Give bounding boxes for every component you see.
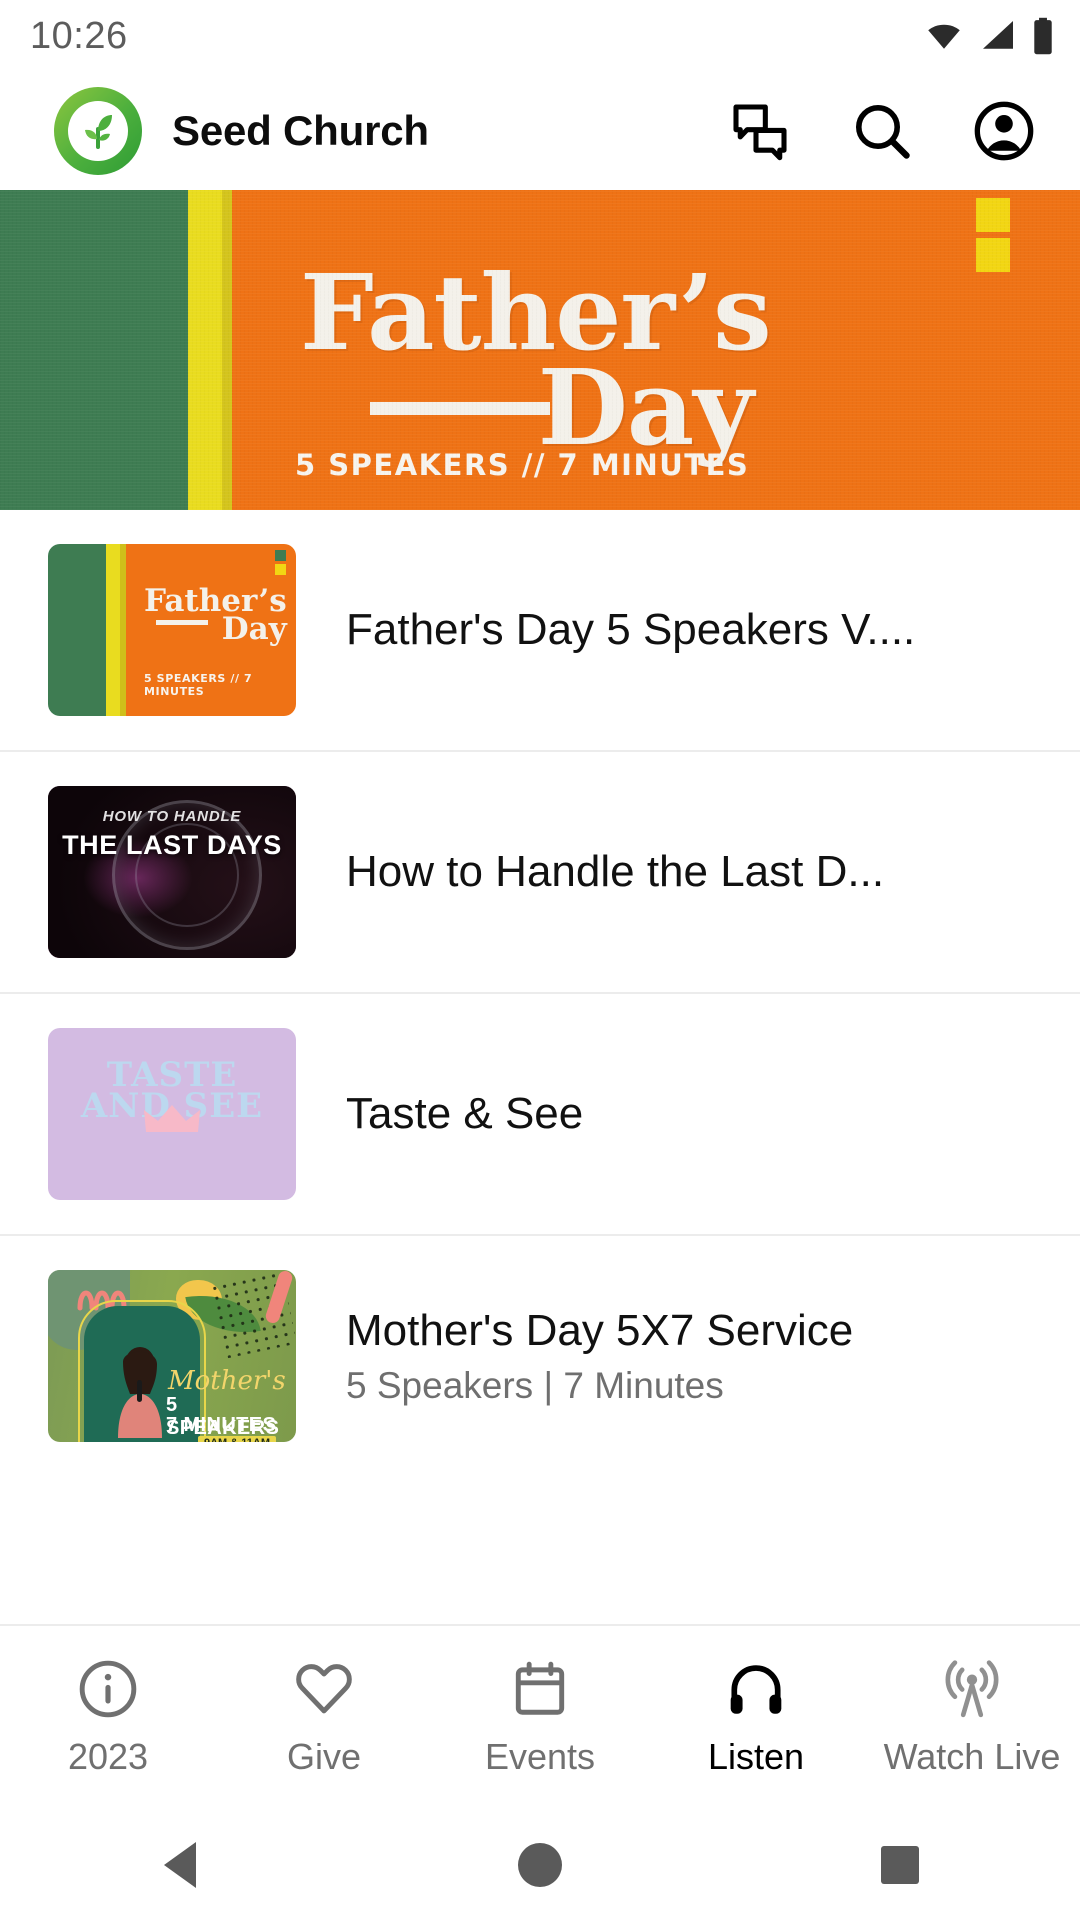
- tab-label: 2023: [67, 1736, 149, 1777]
- list-item-title: How to Handle the Last D...: [346, 847, 885, 897]
- thumb-green-panel: [48, 544, 106, 716]
- list-item-title: Taste & See: [346, 1089, 584, 1139]
- thumbnail-taste-see: TASTE AND SEE: [48, 1028, 296, 1200]
- broadcast-icon: [945, 1660, 999, 1718]
- chat-icon[interactable]: [728, 99, 792, 163]
- battery-icon: [1034, 17, 1052, 55]
- thumbnail-last-days: HOW TO HANDLE THE LAST DAYS: [48, 786, 296, 958]
- list-item-text: How to Handle the Last D...: [296, 846, 1052, 897]
- list-item[interactable]: Father’s Day 5 SPEAKERS // 7 MINUTES Fat…: [0, 510, 1080, 752]
- system-navigation-bar: [0, 1810, 1080, 1920]
- tab-events[interactable]: Events: [432, 1658, 648, 1778]
- thumb-title: Father’s Day: [144, 586, 287, 645]
- status-indicators: [924, 17, 1054, 55]
- list-item-text: Mother's Day 5X7 Service 5 Speakers | 7 …: [296, 1305, 1052, 1406]
- thumb-accent-yellow: [275, 564, 286, 575]
- list-item-title: Father's Day 5 Speakers V....: [346, 605, 916, 655]
- list-item[interactable]: HOW TO HANDLE THE LAST DAYS How to Handl…: [0, 752, 1080, 994]
- hero-accent-square-top: [976, 198, 1010, 232]
- tab-give[interactable]: Give: [216, 1658, 432, 1778]
- thumb-subtitle: 5 SPEAKERS // 7 MINUTES: [144, 672, 253, 698]
- wifi-icon: [928, 24, 960, 49]
- status-time: 10:26: [30, 14, 128, 57]
- tab-label: Listen: [707, 1736, 805, 1777]
- home-button[interactable]: [510, 1835, 570, 1895]
- back-button[interactable]: [150, 1835, 210, 1895]
- thumbnail-mothers-day: Mother's 5 SPEAKERS 7 MINUTES 9AM & 11AM: [48, 1270, 296, 1442]
- list-item-text: Taste & See: [296, 1088, 1052, 1139]
- list-item-title: Mother's Day 5X7 Service: [346, 1306, 854, 1356]
- hero-banner[interactable]: Father’s Day 5 SPEAKERS // 7 MINUTES: [0, 190, 1080, 510]
- thumb-kicker: HOW TO HANDLE: [102, 808, 242, 825]
- thumb-times: 9AM & 11AM: [198, 1436, 277, 1442]
- speaker-photo: [118, 1347, 162, 1438]
- thumb-minutes: 7 MINUTES: [166, 1414, 277, 1436]
- tab-label: Watch Live: [883, 1736, 1061, 1777]
- thumbnail-fathers-day: Father’s Day 5 SPEAKERS // 7 MINUTES: [48, 544, 296, 716]
- recents-button[interactable]: [870, 1835, 930, 1895]
- info-icon: [79, 1660, 137, 1718]
- account-icon[interactable]: [972, 99, 1036, 163]
- thumb-accent-green: [275, 550, 286, 561]
- thumb-title: Mother's: [168, 1366, 286, 1396]
- tab-label: Events: [484, 1736, 596, 1777]
- bottom-tab-bar: 2023 Give Events Listen Watch Live: [0, 1624, 1080, 1810]
- list-item[interactable]: Mother's 5 SPEAKERS 7 MINUTES 9AM & 11AM…: [0, 1236, 1080, 1476]
- tab-watch-live[interactable]: Watch Live: [864, 1658, 1080, 1778]
- thumb-title: THE LAST DAYS: [62, 830, 282, 860]
- tab-label: Give: [286, 1736, 362, 1777]
- thumb-divider-rule: [156, 620, 208, 625]
- tab-listen[interactable]: Listen: [648, 1658, 864, 1778]
- crown-icon: [144, 1105, 200, 1132]
- hero-green-panel: [0, 190, 188, 510]
- list-item-text: Father's Day 5 Speakers V....: [296, 604, 1052, 655]
- cellular-signal-icon: [983, 21, 1013, 49]
- header-actions: [728, 99, 1046, 163]
- hero-subtitle: 5 SPEAKERS // 7 MINUTES: [295, 448, 750, 482]
- sermon-list: Father’s Day 5 SPEAKERS // 7 MINUTES Fat…: [0, 510, 1080, 1476]
- calendar-icon: [515, 1661, 565, 1715]
- hero-title: Father’s Day: [300, 261, 772, 461]
- seed-sprout-logo: [52, 85, 144, 177]
- headphones-icon: [730, 1665, 782, 1714]
- page-title: Seed Church: [172, 107, 429, 154]
- app-header: Seed Church: [0, 72, 1080, 190]
- hero-yellow-stripe-dark: [222, 190, 232, 510]
- list-item-subtitle: 5 Speakers | 7 Minutes: [346, 1364, 724, 1406]
- hero-accent-square-bottom: [976, 238, 1010, 272]
- heart-icon: [296, 1664, 352, 1714]
- thumb-yellow-stripe: [106, 544, 120, 716]
- hero-divider-rule: [370, 402, 550, 415]
- list-item[interactable]: TASTE AND SEE Taste & See: [0, 994, 1080, 1236]
- tab-2023[interactable]: 2023: [0, 1658, 216, 1778]
- status-bar: 10:26: [0, 0, 1080, 72]
- search-icon[interactable]: [850, 99, 914, 163]
- hero-yellow-stripe: [188, 190, 222, 510]
